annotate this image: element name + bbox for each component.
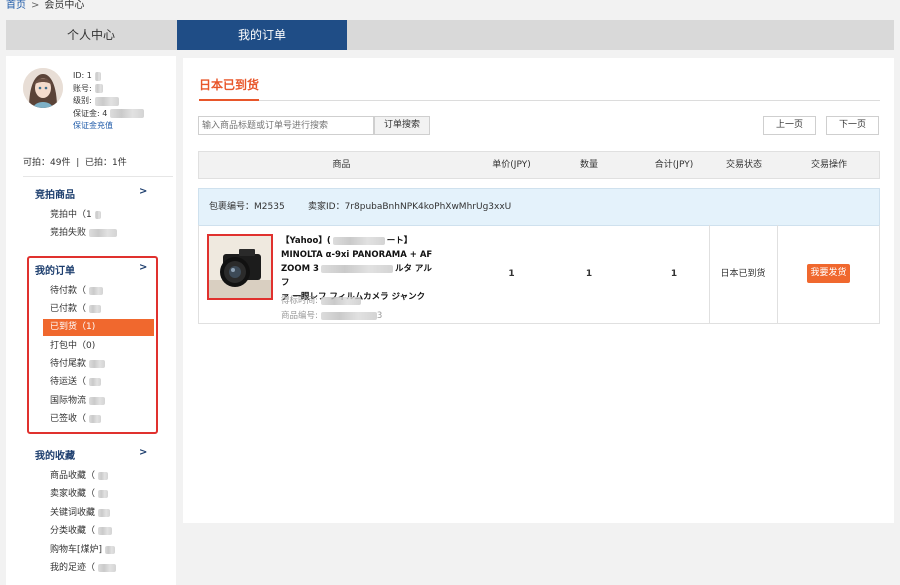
table-row: 【Yahoo】(ート】 MINOLTA α-9xi PANORAMA + AF … xyxy=(198,225,880,324)
menu-title-auction[interactable]: 竞拍商品 xyxy=(35,186,75,201)
avatar xyxy=(23,68,63,108)
breadcrumb-home-link[interactable]: 首页 xyxy=(6,0,26,11)
breadcrumb-current: 会员中心 xyxy=(44,0,85,11)
recharge-link[interactable]: 保证金充值 xyxy=(73,120,113,133)
breadcrumb: 首页 > 会员中心 xyxy=(6,0,84,14)
chevron-right-icon[interactable]: > xyxy=(139,447,147,458)
camera-image-icon xyxy=(209,236,271,298)
sidebar-item-bidding[interactable]: 竞拍中（1 xyxy=(43,207,154,224)
sidebar-item-cart[interactable]: 购物车[煤炉] xyxy=(43,542,154,559)
tab-personal-center[interactable]: 个人中心 xyxy=(6,20,176,50)
unit-price-cell: 1 xyxy=(508,269,515,279)
highlight-box xyxy=(27,256,158,434)
profile-info: ID: 1 账号: 级别: 保证金: 4 保证金充值 xyxy=(73,70,145,133)
total-cell: 1 xyxy=(670,269,678,279)
breadcrumb-separator: > xyxy=(31,0,40,11)
sidebar-item-category-fav[interactable]: 分类收藏（ xyxy=(43,523,154,540)
deposit-value: 4 xyxy=(102,108,108,118)
package-header: 包裹编号：M2535 卖家ID：7r8pubaBnhNPK4koPhXwMhrU… xyxy=(198,188,880,226)
avatar-image-icon xyxy=(23,68,63,108)
table-header: 商品 单价(JPY) 数量 合计(JPY) 交易状态 交易操作 xyxy=(198,151,880,179)
chevron-right-icon[interactable]: > xyxy=(139,186,147,197)
account-label: 账号: xyxy=(73,83,92,93)
can-bid-count: 可拍：49件 xyxy=(23,158,71,168)
redacted-mark xyxy=(94,96,119,106)
bid-counts: 可拍：49件 | 已拍：1件 xyxy=(23,155,127,168)
product-thumbnail[interactable] xyxy=(207,234,273,300)
next-page-button[interactable]: 下一页 xyxy=(826,116,879,135)
profile-card: ID: 1 账号: 级别: 保证金: 4 保证金充值 可拍：49件 | 已拍：1… xyxy=(6,56,176,176)
column-header-unit-price: 单价(JPY) xyxy=(492,160,531,170)
sidebar-item-keyword-fav[interactable]: 关键词收藏 xyxy=(43,505,154,522)
id-value: 1 xyxy=(86,71,92,80)
sidebar: ID: 1 账号: 级别: 保证金: 4 保证金充值 可拍：49件 | 已拍：1… xyxy=(6,56,176,585)
divider xyxy=(23,176,173,177)
id-label: ID: xyxy=(73,71,85,80)
request-shipping-button[interactable]: 我要发货 xyxy=(807,264,850,283)
quantity-cell: 1 xyxy=(585,269,593,279)
package-number: 包裹编号：M2535 xyxy=(209,202,285,212)
title-underline xyxy=(199,99,259,101)
page-title: 日本已到货 xyxy=(199,78,260,92)
column-header-product: 商品 xyxy=(332,160,351,170)
status-cell: 日本已到货 xyxy=(720,269,766,279)
divider xyxy=(777,225,778,323)
seller-id: 卖家ID：7r8pubaBnhNPK4koPhXwMhrUg3xxU xyxy=(308,202,512,212)
column-header-action: 交易操作 xyxy=(810,160,847,170)
product-number: 商品编号: 3 xyxy=(281,311,383,321)
redacted-mark xyxy=(94,84,103,94)
redacted-mark xyxy=(110,109,145,119)
search-input[interactable] xyxy=(198,116,374,135)
sidebar-item-product-fav[interactable]: 商品收藏（ xyxy=(43,468,154,485)
column-header-total: 合计(JPY) xyxy=(654,160,694,170)
sidebar-item-bid-failed[interactable]: 竞拍失败 xyxy=(43,225,154,242)
order-search-button[interactable]: 订单搜索 xyxy=(374,116,430,135)
sidebar-item-footprint[interactable]: 我的足迹（ xyxy=(43,560,154,577)
counts-divider: | xyxy=(76,158,80,168)
column-header-status: 交易状态 xyxy=(725,160,762,170)
main-panel: 日本已到货 订单搜索 上一页 下一页 商品 单价(JPY) 数量 合计(JPY)… xyxy=(183,58,894,523)
column-header-quantity: 数量 xyxy=(579,160,598,170)
redacted-mark xyxy=(94,71,101,81)
tab-my-orders[interactable]: 我的订单 xyxy=(177,20,347,50)
prev-page-button[interactable]: 上一页 xyxy=(763,116,816,135)
sidebar-item-seller-fav[interactable]: 卖家收藏（ xyxy=(43,486,154,503)
divider xyxy=(199,100,880,101)
bid-count: 已拍：1件 xyxy=(84,158,127,168)
level-label: 级别: xyxy=(73,96,92,105)
top-nav: 个人中心 我的订单 xyxy=(6,20,894,50)
deposit-label: 保证金: xyxy=(73,108,100,118)
bid-time: 得标时间: xyxy=(281,294,361,306)
menu-title-favorites[interactable]: 我的收藏 xyxy=(35,447,75,462)
